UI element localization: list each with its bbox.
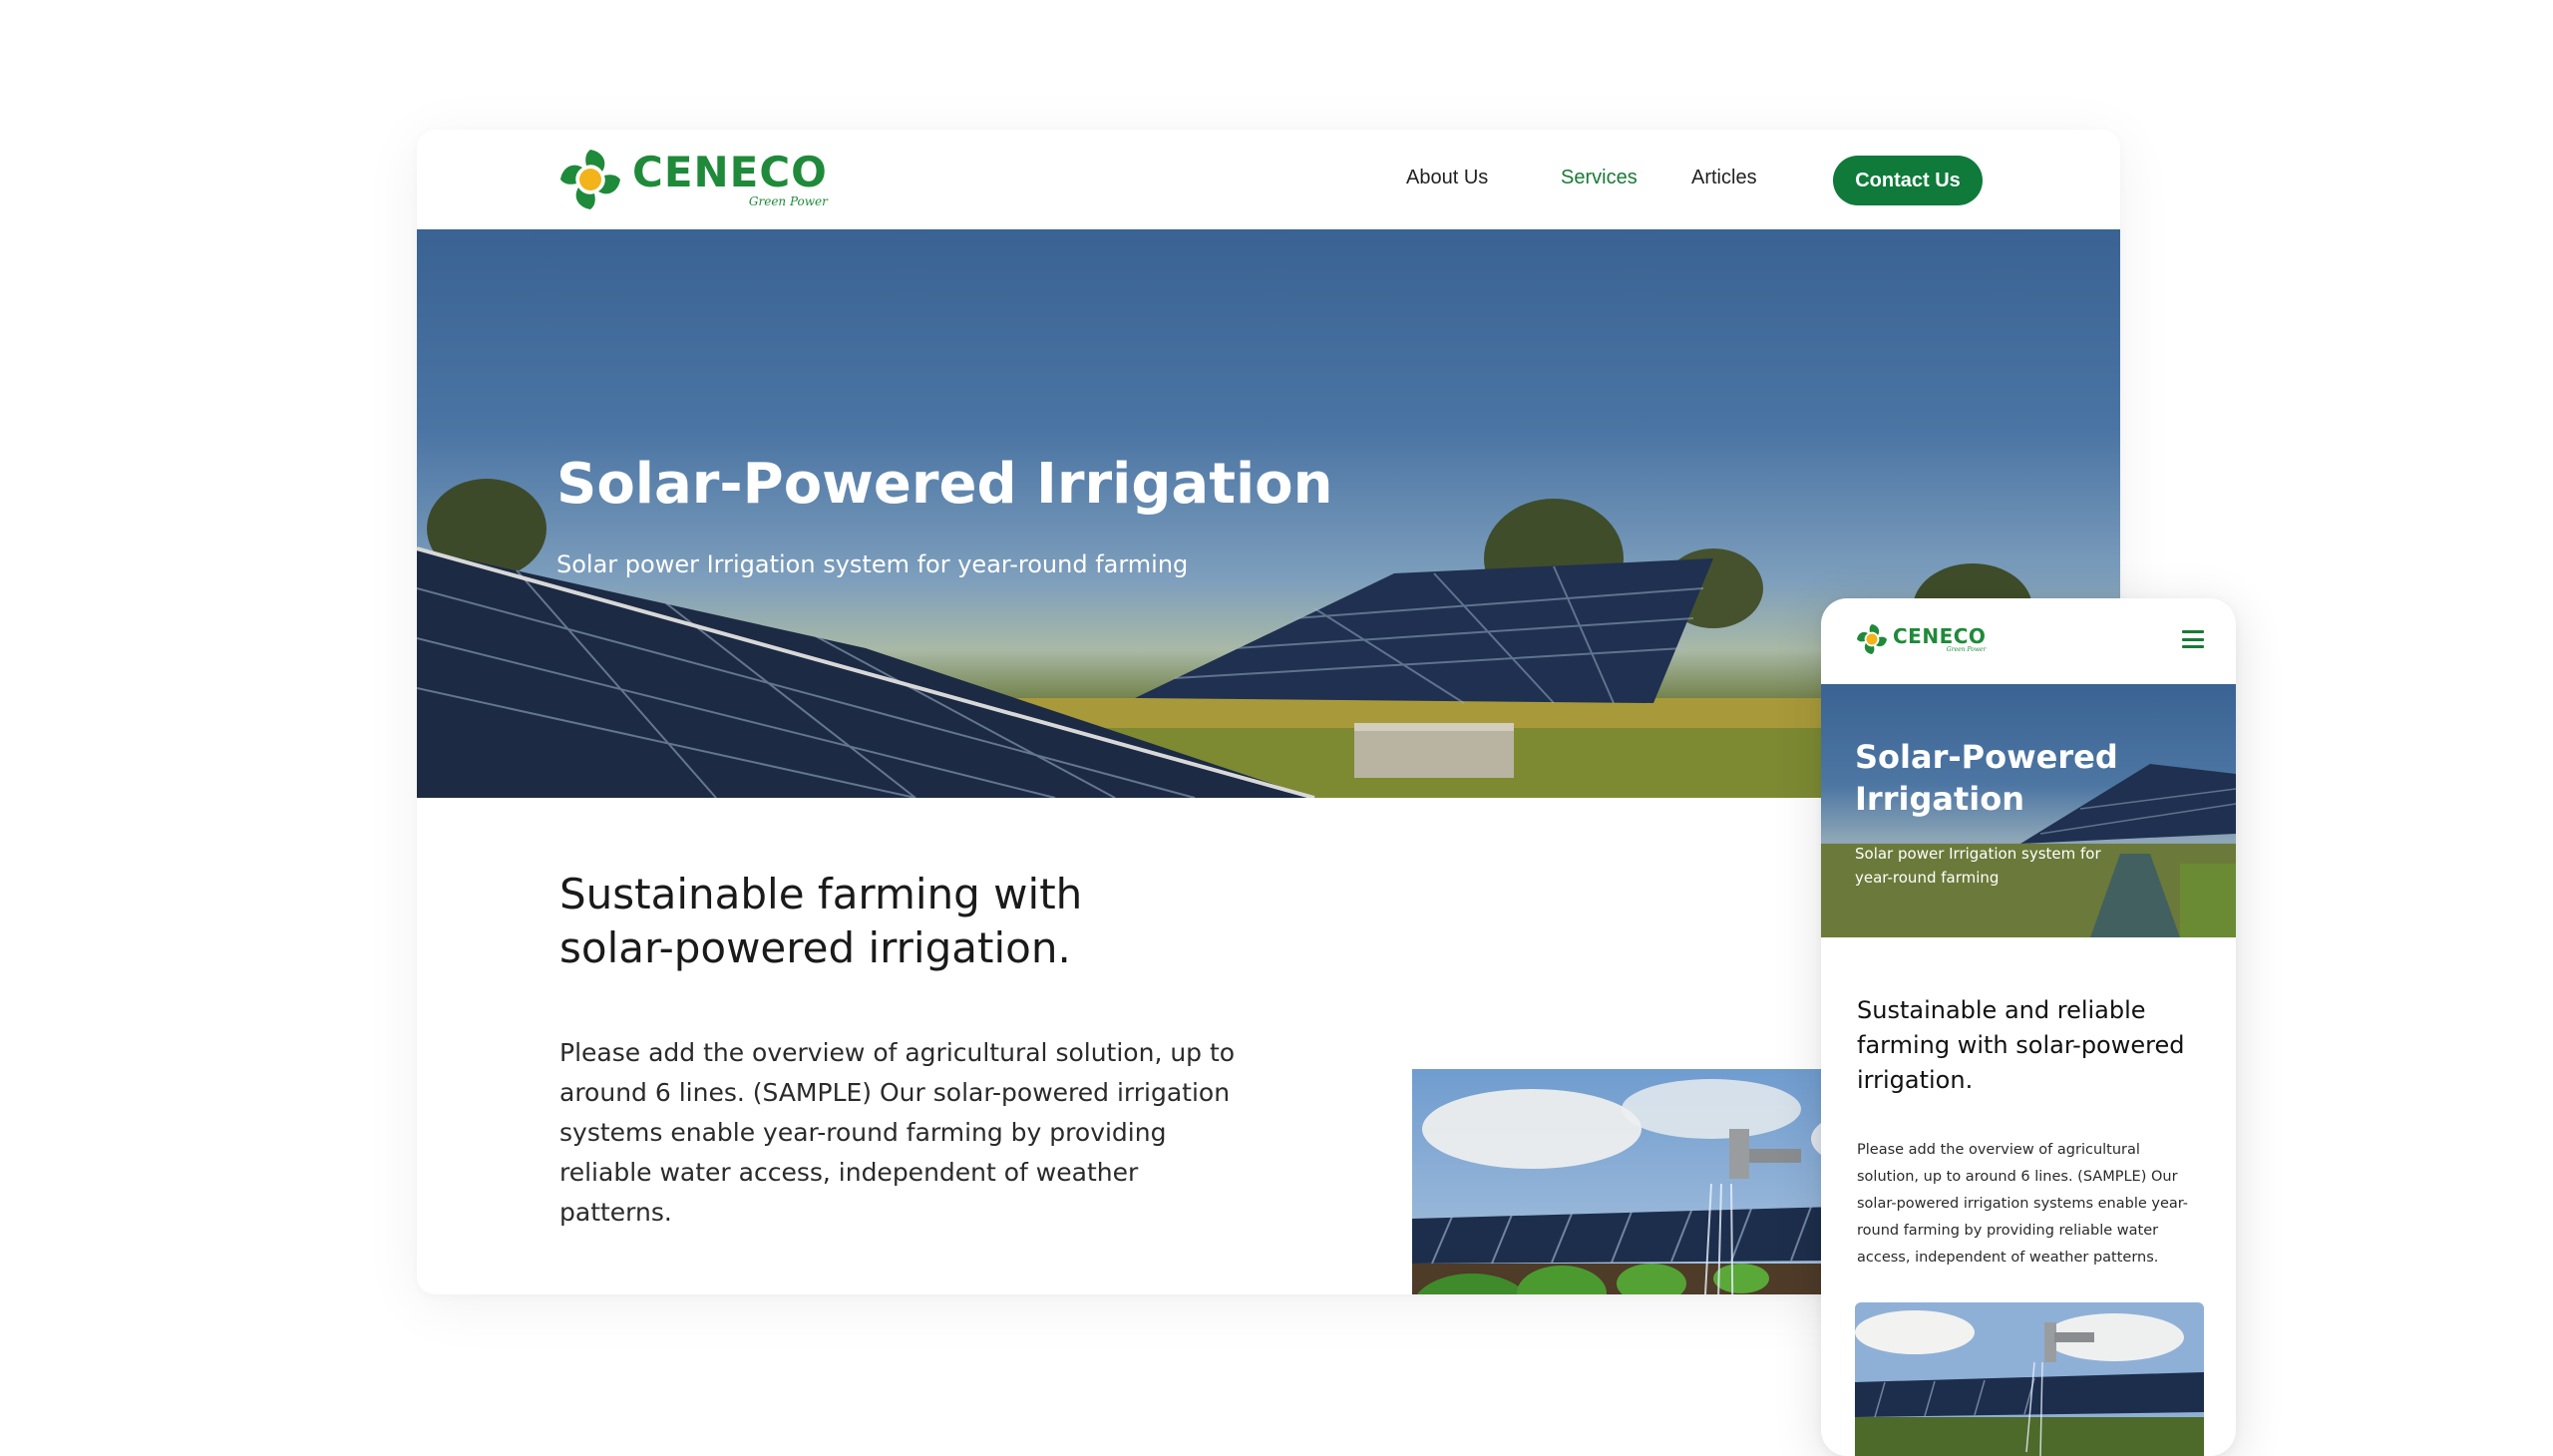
mobile-hero-subtitle: Solar power Irrigation system for year-r… [1855, 845, 2101, 887]
mobile-brand-logo[interactable]: CENECO Green Power [1855, 622, 1986, 656]
brand-name: CENECO [632, 148, 828, 196]
pinwheel-sun-logo-icon [560, 150, 620, 209]
hero-title: Solar-Powered Irrigation [556, 452, 1333, 517]
hamburger-menu-icon[interactable] [2182, 630, 2204, 648]
mobile-irrigation-image [1855, 1302, 2204, 1456]
brand-name: CENECO [1893, 623, 1987, 648]
mobile-hero-banner: Solar-Powered Irrigation Solar power Irr… [1821, 684, 2236, 937]
contact-us-button[interactable]: Contact Us [1833, 156, 1983, 205]
brand-logo[interactable]: CENECO Green Power [556, 146, 828, 213]
mobile-section-heading: Sustainable and reliable farming with so… [1857, 996, 2185, 1094]
pinwheel-sun-logo-icon [1857, 624, 1887, 654]
section-heading: Sustainable farming with solar-powered i… [559, 870, 1083, 972]
site-header: CENECO Green Power About Us Services Art… [417, 130, 2120, 229]
mobile-mockup: CENECO Green Power Solar-Powered Irrigat… [1821, 598, 2236, 1456]
mobile-section-paragraph: Please add the overview of agricultural … [1857, 1142, 2189, 1266]
nav-item-articles[interactable]: Articles [1691, 167, 1757, 189]
brand-tagline: Green Power [748, 194, 828, 208]
mobile-hero-title: Solar-Powered Irrigation [1855, 738, 2118, 818]
hero-subtitle: Solar power Irrigation system for year-r… [556, 550, 1189, 578]
nav-item-services[interactable]: Services [1561, 167, 1638, 189]
nav-item-about-us[interactable]: About Us [1406, 167, 1488, 189]
section-paragraph: Please add the overview of agricultural … [559, 1038, 1236, 1227]
